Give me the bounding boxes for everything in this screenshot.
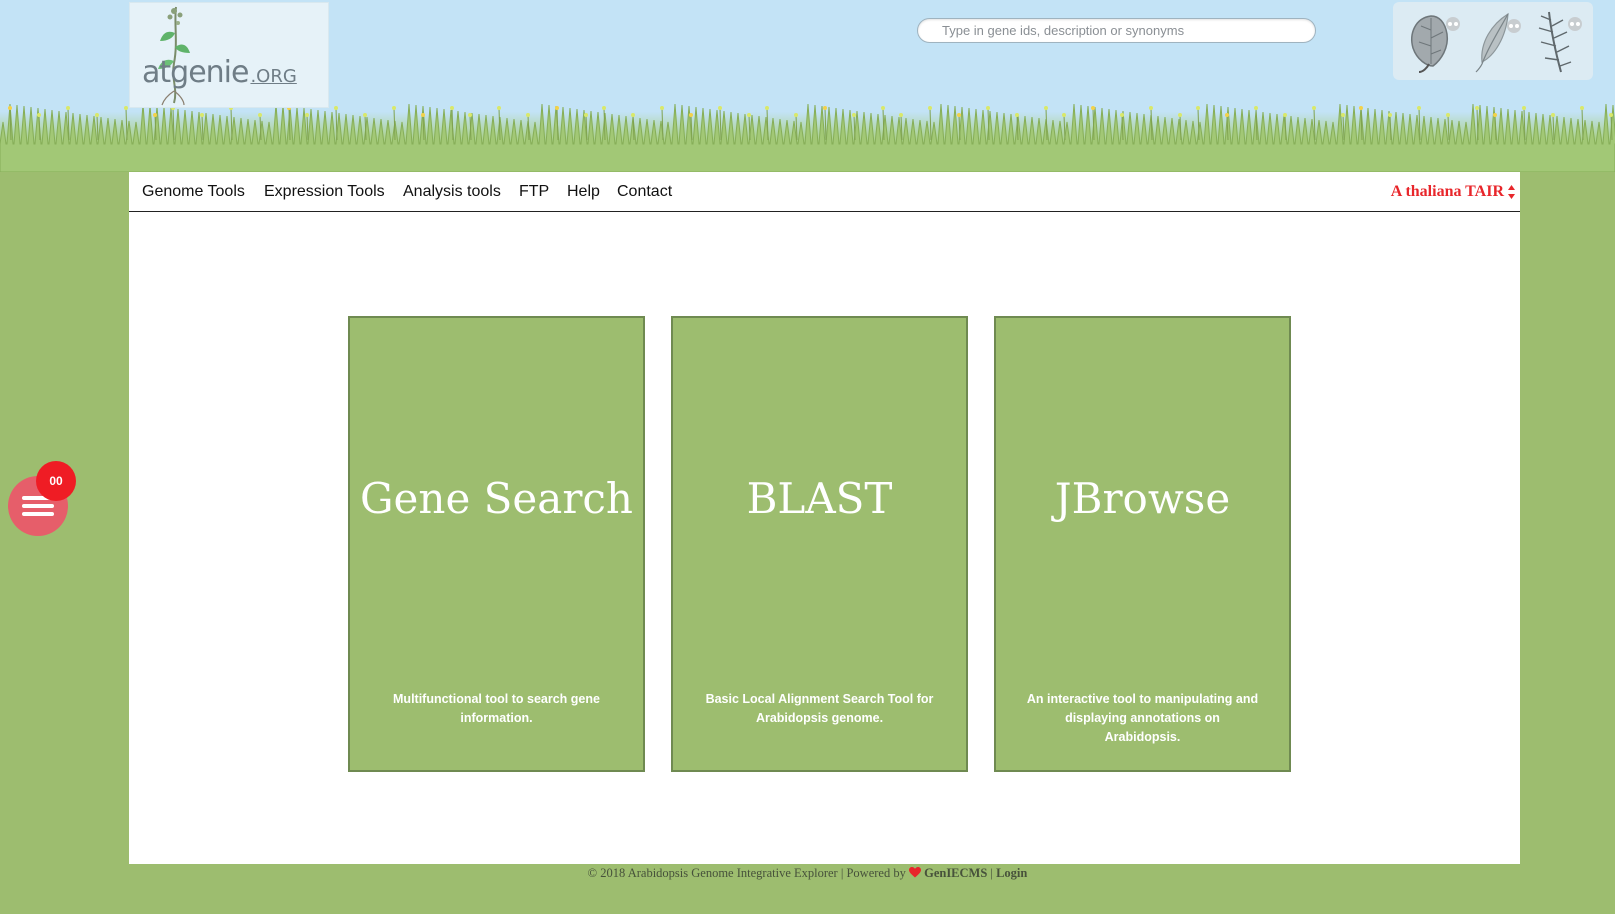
card-title: Gene Search	[360, 474, 633, 523]
nav-contact[interactable]: Contact	[617, 183, 672, 201]
footer-copyright: © 2018 Arabidopsis Genome Integrative Ex…	[587, 866, 906, 880]
nav-genome-tools[interactable]: Genome Tools	[142, 183, 245, 201]
card-description: Basic Local Alignment Search Tool for Ar…	[705, 692, 934, 725]
login-link[interactable]: Login	[996, 866, 1027, 880]
gene-search-card[interactable]: Gene Search Multifunctional tool to sear…	[348, 316, 645, 772]
nav-ftp[interactable]: FTP	[519, 183, 549, 201]
card-description: Multifunctional tool to search gene info…	[393, 692, 600, 725]
species-select-label: A thaliana TAIR	[1390, 183, 1504, 200]
footer-separator: |	[990, 866, 993, 880]
gene-search-input[interactable]	[917, 18, 1316, 43]
footer: © 2018 Arabidopsis Genome Integrative Ex…	[0, 866, 1615, 881]
logo-wordmark: atgenie .ORG	[142, 55, 297, 90]
select-arrows-icon	[1508, 185, 1515, 199]
card-title: JBrowse	[1054, 474, 1231, 523]
site-logo[interactable]: atgenie .ORG	[129, 2, 329, 108]
main-navigation: Genome Tools Expression Tools Analysis t…	[129, 172, 1520, 212]
header-banner: atgenie .ORG	[0, 0, 1615, 172]
nav-analysis-tools[interactable]: Analysis tools	[403, 183, 501, 201]
nav-help[interactable]: Help	[567, 183, 600, 201]
willow-leaf-icon[interactable]	[1468, 8, 1528, 74]
heart-icon	[908, 867, 921, 878]
species-switcher-panel	[1393, 2, 1593, 80]
nav-expression-tools[interactable]: Expression Tools	[264, 183, 385, 201]
grass-decoration	[0, 103, 1615, 172]
notification-badge: 00	[36, 461, 76, 501]
footer-brand-link[interactable]: GenIECMS	[924, 866, 987, 880]
blast-card[interactable]: BLAST Basic Local Alignment Search Tool …	[671, 316, 968, 772]
species-select[interactable]: A thaliana TAIR	[1390, 183, 1515, 201]
card-title: BLAST	[746, 474, 893, 523]
jbrowse-card[interactable]: JBrowse An interactive tool to manipulat…	[994, 316, 1291, 772]
aspen-leaf-icon[interactable]	[1403, 8, 1463, 74]
card-description: An interactive tool to manipulating and …	[1026, 692, 1259, 744]
main-content: Genome Tools Expression Tools Analysis t…	[129, 172, 1520, 864]
spruce-branch-icon[interactable]	[1527, 8, 1587, 74]
